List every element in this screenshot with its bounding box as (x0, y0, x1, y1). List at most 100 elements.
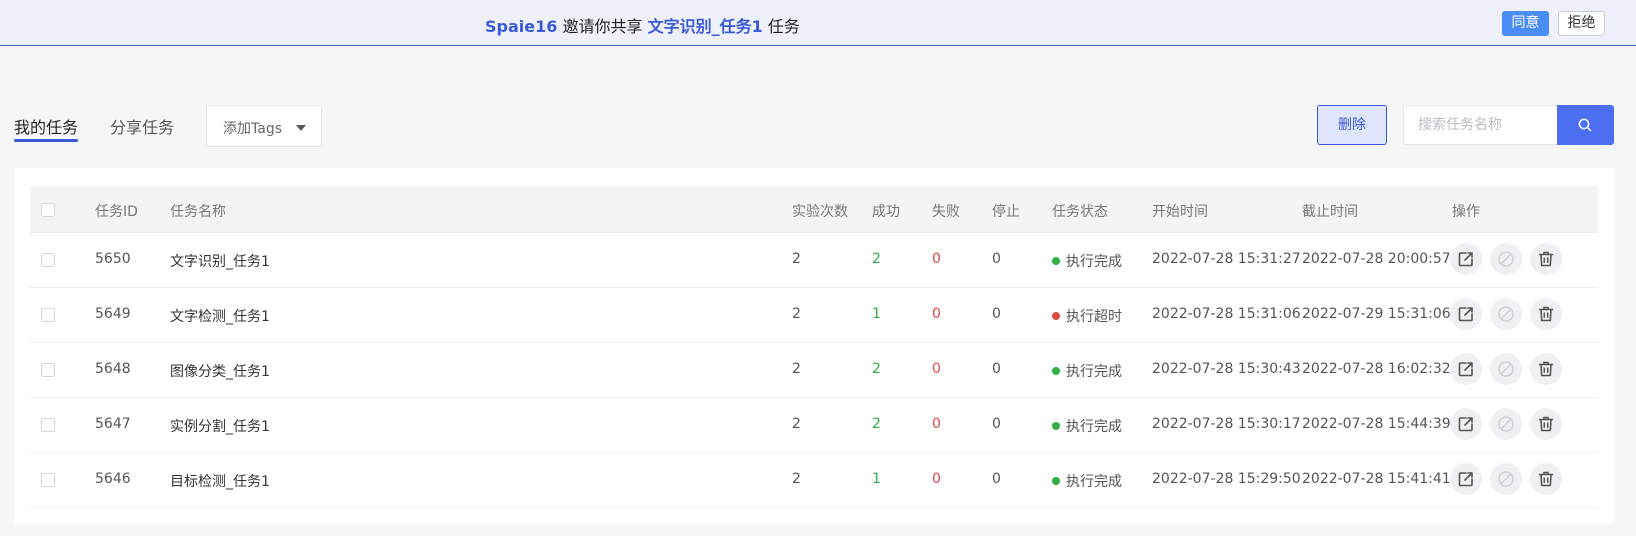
header-stop: 停止 (992, 204, 1020, 220)
stop-count: 0 (992, 416, 1001, 432)
end-time: 2022-07-28 20:00:57 (1302, 251, 1451, 267)
header-end-time: 截止时间 (1302, 204, 1358, 220)
task-status: 执行超时 (1052, 306, 1122, 326)
success-count: 1 (872, 471, 881, 487)
stop-button[interactable] (1490, 243, 1522, 275)
task-name[interactable]: 文字识别_任务1 (170, 251, 270, 271)
header-status: 任务状态 (1052, 204, 1108, 220)
active-tab-indicator (14, 139, 78, 142)
header-task-id: 任务ID (95, 204, 138, 220)
fail-count: 0 (932, 251, 941, 267)
share-icon (1458, 252, 1473, 267)
trash-icon (1538, 361, 1554, 377)
start-time: 2022-07-28 15:31:06 (1152, 306, 1301, 322)
success-count: 2 (872, 416, 881, 432)
stop-count: 0 (992, 306, 1001, 322)
stop-icon (1498, 361, 1514, 377)
trash-icon (1538, 416, 1554, 432)
header-success: 成功 (872, 204, 900, 220)
task-status: 执行完成 (1052, 361, 1122, 381)
tab-my-tasks[interactable]: 我的任务 (14, 114, 79, 142)
run-count: 2 (792, 251, 801, 267)
table-row: 5650 文字识别_任务1 2 2 0 0 执行完成 2022-07-28 15… (30, 233, 1598, 288)
status-label: 执行完成 (1066, 474, 1122, 490)
task-id: 5646 (95, 471, 131, 487)
tab-shared-tasks[interactable]: 分享任务 (110, 114, 174, 138)
task-name[interactable]: 图像分类_任务1 (170, 361, 270, 381)
table-row: 5648 图像分类_任务1 2 2 0 0 执行完成 2022-07-28 15… (30, 343, 1598, 398)
row-checkbox[interactable] (41, 253, 55, 267)
task-status: 执行完成 (1052, 416, 1122, 436)
row-checkbox[interactable] (41, 418, 55, 432)
share-button[interactable] (1450, 298, 1482, 330)
task-status: 执行完成 (1052, 251, 1122, 271)
fail-count: 0 (932, 471, 941, 487)
table-row: 5647 实例分割_任务1 2 2 0 0 执行完成 2022-07-28 15… (30, 398, 1598, 453)
header-start-time: 开始时间 (1152, 204, 1208, 220)
row-checkbox[interactable] (41, 363, 55, 377)
search-icon (1578, 118, 1592, 132)
start-time: 2022-07-28 15:30:17 (1152, 416, 1301, 432)
end-time: 2022-07-29 15:31:06 (1302, 306, 1451, 322)
stop-count: 0 (992, 471, 1001, 487)
invite-suffix: 任务 (762, 17, 800, 36)
task-id: 5648 (95, 361, 131, 377)
stop-icon (1498, 306, 1514, 322)
share-icon (1458, 362, 1473, 377)
status-label: 执行完成 (1066, 419, 1122, 435)
add-tags-select[interactable]: 添加Tags (206, 105, 322, 147)
delete-button[interactable]: 删除 (1317, 105, 1387, 145)
run-count: 2 (792, 471, 801, 487)
run-count: 2 (792, 306, 801, 322)
search-input[interactable] (1403, 105, 1558, 145)
stop-button[interactable] (1490, 353, 1522, 385)
share-button[interactable] (1450, 353, 1482, 385)
share-icon (1458, 417, 1473, 432)
delete-row-button[interactable] (1530, 408, 1562, 440)
row-checkbox[interactable] (41, 473, 55, 487)
success-count: 1 (872, 306, 881, 322)
success-count: 2 (872, 251, 881, 267)
share-button[interactable] (1450, 243, 1482, 275)
status-dot (1052, 312, 1060, 320)
task-name[interactable]: 目标检测_任务1 (170, 471, 270, 491)
task-status: 执行完成 (1052, 471, 1122, 491)
stop-button[interactable] (1490, 408, 1522, 440)
tab-my-tasks-label: 我的任务 (14, 118, 79, 137)
delete-row-button[interactable] (1530, 298, 1562, 330)
stop-button[interactable] (1490, 463, 1522, 495)
share-button[interactable] (1450, 408, 1482, 440)
trash-icon (1538, 306, 1554, 322)
task-id: 5647 (95, 416, 131, 432)
share-icon (1458, 472, 1473, 487)
status-label: 执行完成 (1066, 364, 1122, 380)
invite-banner: Spaie16 邀请你共享 文字识别_任务1 任务 同意 拒绝 (0, 0, 1636, 46)
start-time: 2022-07-28 15:29:50 (1152, 471, 1301, 487)
end-time: 2022-07-28 15:41:41 (1302, 471, 1451, 487)
invite-text: 邀请你共享 (557, 17, 648, 36)
header-actions: 操作 (1452, 204, 1480, 220)
task-table-panel: 任务ID 任务名称 实验次数 成功 失败 停止 任务状态 开始时间 截止时间 操… (14, 168, 1614, 524)
select-all-checkbox[interactable] (41, 203, 55, 217)
delete-row-button[interactable] (1530, 463, 1562, 495)
end-time: 2022-07-28 15:44:39 (1302, 416, 1451, 432)
reject-button[interactable]: 拒绝 (1558, 11, 1605, 36)
stop-button[interactable] (1490, 298, 1522, 330)
stop-icon (1498, 251, 1514, 267)
fail-count: 0 (932, 416, 941, 432)
stop-icon (1498, 416, 1514, 432)
task-name[interactable]: 文字检测_任务1 (170, 306, 270, 326)
status-dot (1052, 477, 1060, 485)
search-button[interactable] (1557, 105, 1614, 145)
stop-icon (1498, 471, 1514, 487)
invite-message: Spaie16 邀请你共享 文字识别_任务1 任务 (485, 13, 800, 37)
table-row: 5649 文字检测_任务1 2 1 0 0 执行超时 2022-07-28 15… (30, 288, 1598, 343)
caret-down-icon (296, 125, 306, 131)
delete-row-button[interactable] (1530, 243, 1562, 275)
status-label: 执行完成 (1066, 254, 1122, 270)
task-name[interactable]: 实例分割_任务1 (170, 416, 270, 436)
row-checkbox[interactable] (41, 308, 55, 322)
share-button[interactable] (1450, 463, 1482, 495)
agree-button[interactable]: 同意 (1502, 11, 1549, 36)
delete-row-button[interactable] (1530, 353, 1562, 385)
